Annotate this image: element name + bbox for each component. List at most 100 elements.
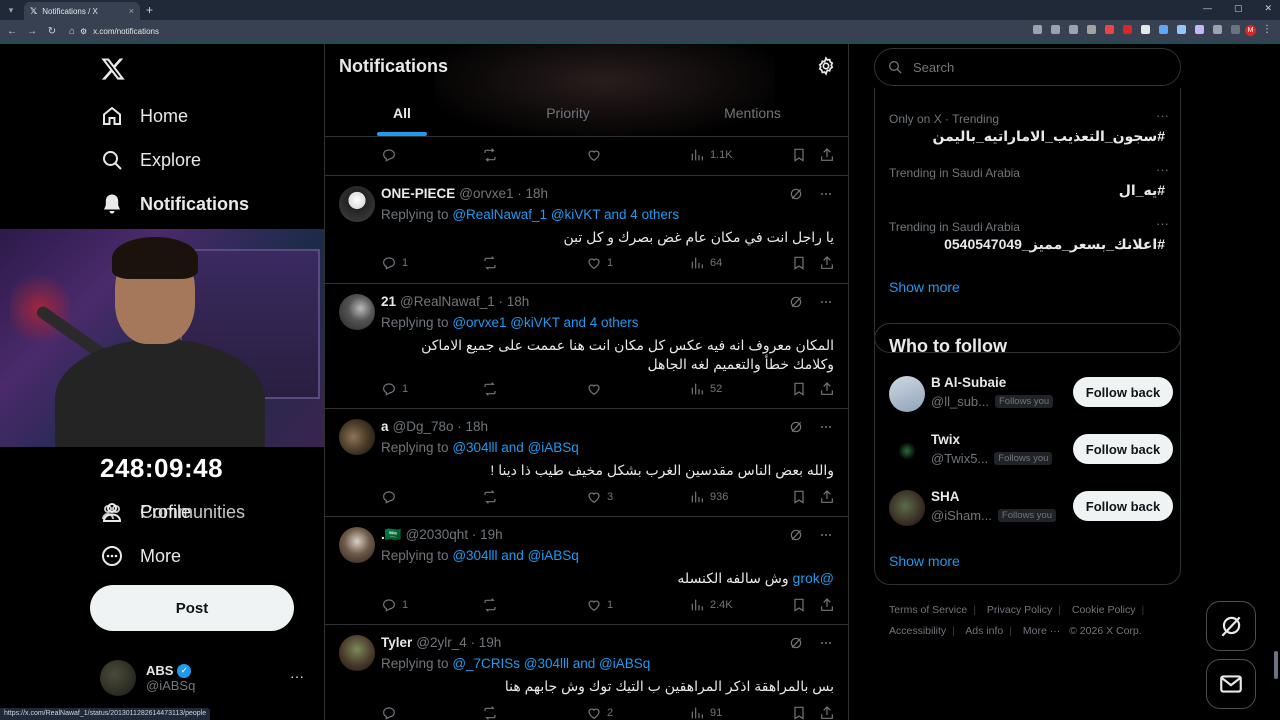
- more-icon[interactable]: [818, 294, 834, 310]
- views-button[interactable]: 2.4K: [689, 597, 733, 613]
- nav-explore[interactable]: Explore: [100, 148, 201, 172]
- views-button[interactable]: 91: [689, 705, 722, 720]
- share-button[interactable]: [819, 381, 835, 397]
- trend-item[interactable]: Trending in Saudi Arabia #اعلانك_بسعر_مم…: [889, 216, 1169, 253]
- trend-item[interactable]: Trending in Saudi Arabia #يه_ال ···: [889, 162, 1169, 199]
- nav-home[interactable]: Home: [100, 104, 188, 128]
- gear-icon[interactable]: [816, 56, 836, 76]
- like-button[interactable]: [586, 147, 602, 163]
- follow-back-button[interactable]: Follow back: [1073, 434, 1173, 464]
- follow-back-button[interactable]: Follow back: [1073, 377, 1173, 407]
- share-button[interactable]: [819, 705, 835, 720]
- extension-icon[interactable]: [1033, 25, 1042, 34]
- author-name[interactable]: 21: [381, 294, 396, 309]
- avatar[interactable]: [339, 186, 375, 222]
- author-name[interactable]: a: [381, 419, 389, 434]
- cookie-link[interactable]: Cookie Policy: [1072, 604, 1136, 616]
- bookmark-button[interactable]: [791, 381, 807, 397]
- more-icon[interactable]: ···: [1156, 216, 1169, 231]
- zoom-icon[interactable]: [1051, 25, 1060, 34]
- grok-icon[interactable]: [788, 419, 804, 435]
- more-icon[interactable]: [818, 635, 834, 651]
- reply-mentions[interactable]: @RealNawaf_1 @kiVKT and 4 others: [452, 207, 679, 222]
- reply-button[interactable]: [381, 489, 402, 505]
- follow-suggestion[interactable]: SHA @iSham... Follows you Follow back: [889, 486, 1173, 530]
- bookmark-button[interactable]: [791, 705, 807, 720]
- ads-info-link[interactable]: Ads info: [965, 625, 1003, 637]
- grok-icon[interactable]: [788, 294, 804, 310]
- share-button[interactable]: [819, 489, 835, 505]
- scrollbar-thumb[interactable]: [1274, 651, 1278, 679]
- notification-tweet[interactable]: Tyler @2ylr_4 · 19h Replying to @_7CRISs …: [325, 624, 848, 720]
- views-button[interactable]: 1.1K: [689, 147, 733, 163]
- grok-fab-button[interactable]: [1206, 601, 1256, 651]
- follow-suggestion[interactable]: B Al-Subaie @ll_sub... Follows you Follow…: [889, 372, 1173, 416]
- show-more-link[interactable]: Show more: [889, 553, 960, 569]
- reply-button[interactable]: 1: [381, 255, 408, 271]
- page-scrollbar[interactable]: [1274, 48, 1278, 716]
- like-button[interactable]: 1: [586, 597, 613, 613]
- browser-menu-icon[interactable]: ⋮: [1262, 24, 1272, 35]
- repost-button[interactable]: [482, 147, 498, 163]
- grok-icon[interactable]: [788, 186, 804, 202]
- avatar[interactable]: [339, 419, 375, 455]
- reply-button[interactable]: 1: [381, 597, 408, 613]
- bookmark-button[interactable]: [791, 147, 807, 163]
- back-icon[interactable]: ←: [6, 26, 18, 37]
- x-logo-icon[interactable]: [100, 56, 126, 82]
- more-link[interactable]: More ···: [1023, 625, 1060, 637]
- like-button[interactable]: 2: [586, 705, 613, 720]
- author-name[interactable]: Tyler: [381, 635, 412, 650]
- grok-icon[interactable]: [788, 635, 804, 651]
- search-box[interactable]: [874, 48, 1181, 86]
- tab-all[interactable]: All: [325, 92, 479, 136]
- extension-icon[interactable]: [1159, 25, 1168, 34]
- bookmark-button[interactable]: [791, 597, 807, 613]
- share-button[interactable]: [819, 597, 835, 613]
- views-button[interactable]: 52: [689, 381, 722, 397]
- notification-tweet[interactable]: .🇸🇦 @2030qht · 19h Replying to @304lll an…: [325, 516, 848, 624]
- nav-more[interactable]: More: [100, 544, 181, 568]
- browser-tab[interactable]: 𝕏 Notifications / X ×: [24, 2, 140, 20]
- views-button[interactable]: 64: [689, 255, 722, 271]
- avatar[interactable]: [339, 527, 375, 563]
- notification-tweet[interactable]: a @Dg_78o · 18h Replying to @304lll and @…: [325, 408, 848, 516]
- extension-icon[interactable]: [1087, 25, 1096, 34]
- follow-back-button[interactable]: Follow back: [1073, 491, 1173, 521]
- nav-notifications[interactable]: Notifications: [100, 192, 249, 216]
- show-more-link[interactable]: Show more: [889, 279, 960, 295]
- views-button[interactable]: 936: [689, 489, 728, 505]
- home-browser-icon[interactable]: ⌂: [66, 26, 78, 37]
- follow-name[interactable]: SHA: [931, 489, 960, 504]
- extension-icon[interactable]: [1177, 25, 1186, 34]
- notification-tweet[interactable]: 21 @RealNawaf_1 · 18h Replying to @orvxe1…: [325, 283, 848, 408]
- like-button[interactable]: [586, 381, 607, 397]
- privacy-link[interactable]: Privacy Policy: [987, 604, 1052, 616]
- restore-icon[interactable]: ▢: [1234, 3, 1243, 14]
- reply-mentions[interactable]: @_7CRISs @304lll and @iABSq: [452, 656, 650, 671]
- more-icon[interactable]: [818, 186, 834, 202]
- terms-link[interactable]: Terms of Service: [889, 604, 967, 616]
- follow-name[interactable]: Twix: [931, 432, 960, 447]
- avatar[interactable]: [339, 635, 375, 671]
- more-icon[interactable]: [818, 527, 834, 543]
- extension-icon[interactable]: [1123, 25, 1132, 34]
- account-more-icon[interactable]: ···: [290, 668, 304, 684]
- bookmark-button[interactable]: [791, 489, 807, 505]
- bookmark-star-icon[interactable]: [1069, 25, 1078, 34]
- more-icon[interactable]: [818, 419, 834, 435]
- reply-mentions[interactable]: @304lll and @iABSq: [452, 548, 578, 563]
- more-icon[interactable]: ···: [1156, 162, 1169, 177]
- url-field[interactable]: ⚙ x.com/notifications: [80, 23, 1040, 39]
- trend-item[interactable]: Only on X · Trending #سجون_التعذيب_الاما…: [889, 108, 1169, 145]
- new-tab-button[interactable]: +: [146, 3, 153, 17]
- post-button[interactable]: Post: [90, 585, 294, 631]
- site-info-icon[interactable]: ⚙: [80, 27, 87, 36]
- avatar[interactable]: [889, 490, 925, 526]
- repost-button[interactable]: [482, 597, 498, 613]
- reply-mentions[interactable]: @304lll and @iABSq: [452, 440, 578, 455]
- forward-icon[interactable]: →: [26, 26, 38, 37]
- follow-suggestion[interactable]: Twix @Twix5... Follows you Follow back: [889, 429, 1173, 473]
- repost-button[interactable]: [482, 255, 498, 271]
- grok-icon[interactable]: [788, 527, 804, 543]
